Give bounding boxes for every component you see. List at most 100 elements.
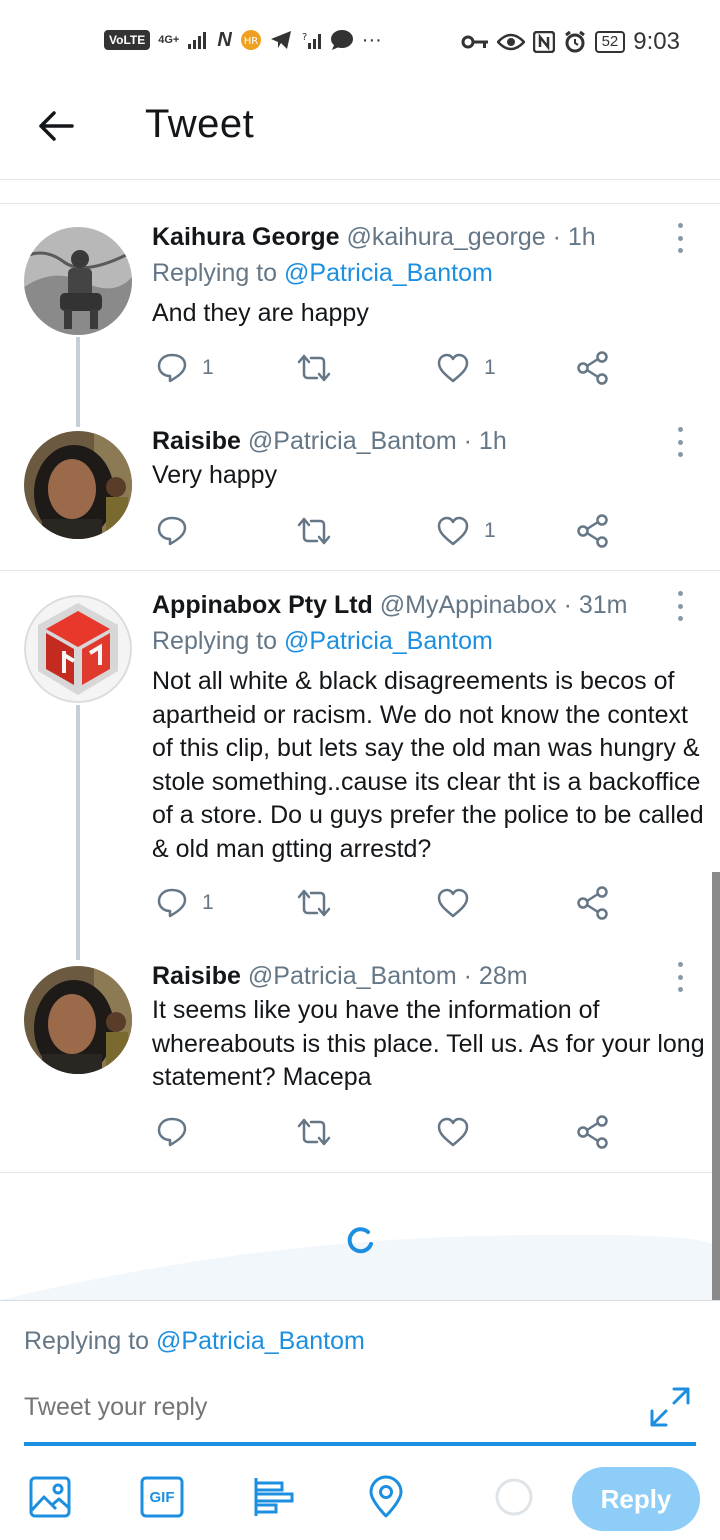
author-handle[interactable]: @MyAppinabox: [380, 591, 557, 619]
retweet-icon: [297, 1118, 331, 1146]
tweet-item[interactable]: Kaihura George @kaihura_george · 1h Repl…: [0, 203, 720, 427]
author-handle[interactable]: @Patricia_Bantom: [248, 962, 457, 990]
share-icon: [577, 351, 608, 385]
top-app-bar: Tweet: [0, 84, 720, 180]
mention-link[interactable]: @Patricia_Bantom: [284, 627, 493, 655]
heart-icon: [437, 1117, 469, 1147]
share-action[interactable]: [576, 511, 610, 551]
wifi-question-icon: ?: [302, 32, 321, 49]
retweet-action[interactable]: [296, 883, 346, 923]
input-underline: [24, 1442, 696, 1446]
arrow-left-icon: [39, 111, 74, 141]
author-name[interactable]: Kaihura George: [152, 223, 340, 251]
share-action[interactable]: [576, 883, 610, 923]
telegram-icon: [270, 31, 291, 49]
retweet-action[interactable]: [296, 1112, 346, 1152]
reply-button[interactable]: Reply: [572, 1467, 700, 1531]
reply-icon: [157, 516, 187, 546]
message-icon: [330, 30, 353, 50]
reply-count: 1: [202, 891, 214, 914]
mention-link[interactable]: @Patricia_Bantom: [284, 259, 493, 287]
add-gif-button[interactable]: GIF: [138, 1473, 186, 1521]
expand-icon: [650, 1387, 690, 1427]
loading-spinner-icon: [347, 1227, 373, 1254]
reply-icon: [157, 1117, 187, 1147]
retweet-action[interactable]: [296, 511, 346, 551]
reply-action[interactable]: 1: [156, 883, 214, 923]
avatar[interactable]: [24, 966, 132, 1074]
like-count: 1: [484, 519, 496, 542]
replying-prefix: Replying to: [24, 1327, 157, 1355]
heart-icon: [437, 516, 469, 546]
svg-text:HR: HR: [244, 36, 259, 47]
progress-ring-icon: [495, 1478, 533, 1516]
tweet-item[interactable]: Raisibe @Patricia_Bantom · 1h Very happy…: [0, 407, 720, 570]
battery-indicator: 52: [594, 31, 626, 53]
reply-input[interactable]: [24, 1387, 624, 1427]
more-notifications-icon: ···: [361, 29, 382, 51]
author-name[interactable]: Appinabox Pty Ltd: [152, 591, 373, 619]
character-counter: [490, 1473, 538, 1521]
avatar-image: [24, 431, 132, 539]
avatar[interactable]: [24, 431, 132, 539]
like-action[interactable]: 1: [436, 511, 496, 551]
location-pin-icon: [369, 1475, 403, 1518]
add-location-button[interactable]: [362, 1473, 410, 1521]
more-options-button[interactable]: [672, 427, 688, 457]
retweet-icon: [297, 517, 331, 545]
retweet-icon: [297, 889, 331, 917]
back-button[interactable]: [36, 106, 76, 146]
nfc-icon: [532, 31, 555, 53]
tweet-time: · 31m: [563, 591, 628, 619]
tweet-item[interactable]: Raisibe @Patricia_Bantom · 28m It seems …: [0, 942, 720, 1172]
author-name[interactable]: Raisibe: [152, 962, 241, 990]
scrollbar[interactable]: [712, 872, 720, 1300]
tweet-actions: 1 1: [152, 348, 632, 388]
tweet-time: · 28m: [463, 962, 528, 990]
tweet-time: · 1h: [552, 223, 596, 251]
like-action[interactable]: [436, 1112, 484, 1152]
tweet-header: Appinabox Pty Ltd @MyAppinabox · 31m: [152, 591, 628, 620]
reply-icon: [157, 888, 187, 918]
avatar[interactable]: [24, 227, 132, 335]
add-poll-button[interactable]: [250, 1473, 298, 1521]
tweet-header: Kaihura George @kaihura_george · 1h: [152, 223, 596, 252]
author-handle[interactable]: @kaihura_george: [347, 223, 546, 251]
more-options-button[interactable]: [672, 962, 688, 992]
like-action[interactable]: [436, 883, 484, 923]
like-action[interactable]: 1: [436, 348, 496, 388]
reply-action[interactable]: [156, 511, 202, 551]
notification-badge-icon: HR: [240, 30, 261, 50]
heart-icon: [437, 353, 469, 383]
loading-area: [0, 1172, 720, 1300]
mention-link[interactable]: @Patricia_Bantom: [156, 1327, 365, 1355]
key-icon: [461, 35, 488, 49]
composer-replying-to: Replying to @Patricia_Bantom: [24, 1327, 365, 1356]
avatar-image: [24, 227, 132, 335]
page-title: Tweet: [145, 102, 255, 146]
reply-count: 1: [202, 356, 214, 379]
author-name[interactable]: Raisibe: [152, 427, 241, 455]
eye-icon: [496, 33, 525, 51]
svg-text:?: ?: [302, 32, 307, 43]
tweet-item[interactable]: Appinabox Pty Ltd @MyAppinabox · 31m Rep…: [0, 571, 720, 960]
heart-icon: [437, 888, 469, 918]
expand-button[interactable]: [648, 1385, 692, 1434]
more-options-button[interactable]: [672, 223, 688, 253]
add-image-button[interactable]: [26, 1473, 74, 1521]
replying-to: Replying to @Patricia_Bantom: [152, 259, 493, 288]
share-icon: [577, 1115, 608, 1149]
retweet-action[interactable]: [296, 348, 346, 388]
reply-action[interactable]: [156, 1112, 202, 1152]
alarm-icon: [564, 30, 585, 53]
tweet-text: It seems like you have the information o…: [152, 996, 705, 1091]
status-right: 52 9:03: [461, 28, 680, 56]
share-action[interactable]: [576, 348, 610, 388]
author-handle[interactable]: @Patricia_Bantom: [248, 427, 457, 455]
avatar-image: [24, 966, 132, 1074]
reply-action[interactable]: 1: [156, 348, 214, 388]
more-options-button[interactable]: [672, 591, 688, 621]
avatar[interactable]: [24, 595, 132, 703]
share-action[interactable]: [576, 1112, 610, 1152]
like-count: 1: [484, 356, 496, 379]
